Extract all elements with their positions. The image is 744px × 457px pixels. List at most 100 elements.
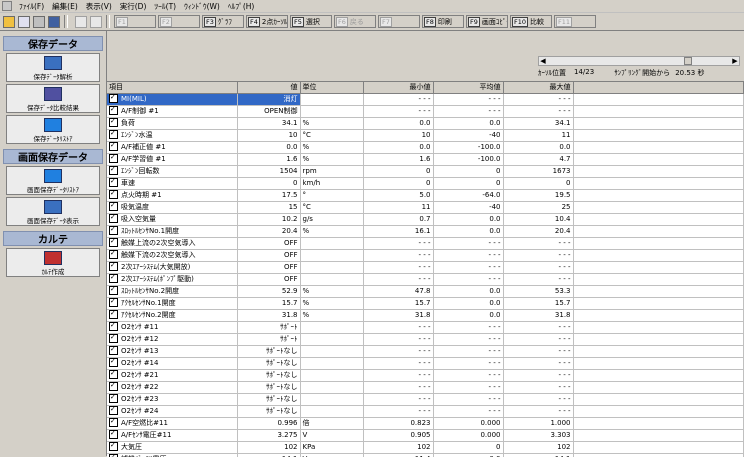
table-row[interactable]: O2ｾﾝｻ #13ｻﾎﾟｰﾄなし- - -- - -- - - bbox=[107, 346, 744, 358]
row-checkbox[interactable] bbox=[109, 286, 118, 295]
row-checkbox[interactable] bbox=[109, 262, 118, 271]
fkey-f10-button[interactable]: F10比較 bbox=[510, 15, 552, 28]
menu-file[interactable]: ﾌｧｲﾙ(F) bbox=[15, 1, 48, 12]
table-row[interactable]: 2次ｴｱｰｼｽﾃﾑ(大気開放)OFF- - -- - -- - - bbox=[107, 262, 744, 274]
header-unit[interactable]: 単位 bbox=[300, 82, 363, 94]
fkey-f8-button[interactable]: F8印刷 bbox=[422, 15, 464, 28]
scroll-right-icon[interactable]: ▶ bbox=[731, 57, 739, 65]
row-checkbox[interactable] bbox=[109, 130, 118, 139]
scroll-left-icon[interactable]: ◀ bbox=[539, 57, 547, 65]
table-row[interactable]: O2ｾﾝｻ #24ｻﾎﾟｰﾄなし- - -- - -- - - bbox=[107, 406, 744, 418]
menu-run[interactable]: 実行(D) bbox=[116, 1, 151, 12]
fkey-f3-button[interactable]: F3ｸﾞﾗﾌ bbox=[202, 15, 244, 28]
row-checkbox[interactable] bbox=[109, 442, 118, 451]
row-checkbox[interactable] bbox=[109, 334, 118, 343]
sidebar-button[interactable]: 保存ﾃﾞｰﾀ比較結果 bbox=[6, 84, 100, 113]
sidebar-button[interactable]: 画面保存ﾃﾞｰﾀ表示 bbox=[6, 197, 100, 226]
sidebar-button[interactable]: 画面保存ﾃﾞｰﾀﾘｽﾄｱ bbox=[6, 166, 100, 195]
table-row[interactable]: ｱｸｾﾙｾﾝｻNo.2開度31.8%31.80.031.8 bbox=[107, 310, 744, 322]
fkey-f1-button[interactable]: F1 bbox=[114, 15, 156, 28]
row-checkbox[interactable] bbox=[109, 178, 118, 187]
table-row[interactable]: MI(MIL)消灯- - -- - -- - - bbox=[107, 94, 744, 106]
table-row[interactable]: ｽﾛｯﾄﾙｾﾝｻNo.1開度20.4%16.10.020.4 bbox=[107, 226, 744, 238]
row-checkbox[interactable] bbox=[109, 346, 118, 355]
fkey-f4-button[interactable]: F42点ｶｰｿﾙ bbox=[246, 15, 288, 28]
row-checkbox[interactable] bbox=[109, 322, 118, 331]
table-row[interactable]: O2ｾﾝｻ #12ｻﾎﾟｰﾄ- - -- - -- - - bbox=[107, 334, 744, 346]
row-checkbox[interactable] bbox=[109, 430, 118, 439]
header-max[interactable]: 最大値 bbox=[503, 82, 573, 94]
fkey-f9-button[interactable]: F9画面ｺﾋﾟｰ bbox=[466, 15, 508, 28]
save-icon[interactable] bbox=[48, 16, 60, 28]
row-checkbox[interactable] bbox=[109, 118, 118, 127]
table-row[interactable]: 吸入空気量10.2g/s0.70.010.4 bbox=[107, 214, 744, 226]
table-row[interactable]: 車速0km/h000 bbox=[107, 178, 744, 190]
row-checkbox[interactable] bbox=[109, 454, 118, 457]
table-row[interactable]: ｴﾝｼﾞﾝ回転数1504rpm001673 bbox=[107, 166, 744, 178]
sidebar-button[interactable]: 保存ﾃﾞｰﾀﾘｽﾄｱ bbox=[6, 115, 100, 144]
row-checkbox[interactable] bbox=[109, 358, 118, 367]
table-row[interactable]: O2ｾﾝｻ #21ｻﾎﾟｰﾄなし- - -- - -- - - bbox=[107, 370, 744, 382]
table-row[interactable]: O2ｾﾝｻ #14ｻﾎﾟｰﾄなし- - -- - -- - - bbox=[107, 358, 744, 370]
table-row[interactable]: 2次ｴｱｰｼｽﾃﾑ(ﾎﾟﾝﾌﾟ駆動)OFF- - -- - -- - - bbox=[107, 274, 744, 286]
sidebar-button[interactable]: 保存ﾃﾞｰﾀ解析 bbox=[6, 53, 100, 82]
table-row[interactable]: 触媒上流の2次空気導入OFF- - -- - -- - - bbox=[107, 238, 744, 250]
table-row[interactable]: A/F補正値 #10.0%0.0-100.00.0 bbox=[107, 142, 744, 154]
row-checkbox[interactable] bbox=[109, 166, 118, 175]
menu-edit[interactable]: 編集(E) bbox=[48, 1, 82, 12]
table-row[interactable]: 吸気温度15°C11-4025 bbox=[107, 202, 744, 214]
row-checkbox[interactable] bbox=[109, 226, 118, 235]
menu-help[interactable]: ﾍﾙﾌﾟ(H) bbox=[224, 1, 259, 12]
header-avg[interactable]: 平均値 bbox=[433, 82, 503, 94]
menu-tools[interactable]: ﾂｰﾙ(T) bbox=[150, 1, 180, 12]
print-icon[interactable] bbox=[33, 16, 45, 28]
table-row[interactable]: 大気圧102KPa1020102 bbox=[107, 442, 744, 454]
table-row[interactable]: ｽﾛｯﾄﾙｾﾝｻNo.2開度52.9%47.80.053.3 bbox=[107, 286, 744, 298]
fkey-f11-button[interactable]: F11 bbox=[554, 15, 596, 28]
table-row[interactable]: ｴﾝｼﾞﾝ水温10°C10-4011 bbox=[107, 130, 744, 142]
table-row[interactable]: 負荷34.1%0.00.034.1 bbox=[107, 118, 744, 130]
table-row[interactable]: A/Fｾﾝｻ電圧#113.275V0.9050.0003.303 bbox=[107, 430, 744, 442]
scroll-thumb[interactable] bbox=[684, 57, 692, 65]
row-checkbox[interactable] bbox=[109, 394, 118, 403]
list-view-icon[interactable] bbox=[75, 16, 87, 28]
row-checkbox[interactable] bbox=[109, 274, 118, 283]
header-min[interactable]: 最小値 bbox=[363, 82, 433, 94]
menu-window[interactable]: ｳｨﾝﾄﾞｳ(W) bbox=[180, 1, 224, 12]
app-icon[interactable] bbox=[2, 1, 12, 11]
copy-icon[interactable] bbox=[18, 16, 30, 28]
menu-view[interactable]: 表示(V) bbox=[82, 1, 116, 12]
fkey-f7-button[interactable]: F7 bbox=[378, 15, 420, 28]
time-scrollbar[interactable]: ◀ ▶ bbox=[538, 56, 740, 66]
fkey-f6-button[interactable]: F6戻る bbox=[334, 15, 376, 28]
row-checkbox[interactable] bbox=[109, 202, 118, 211]
fkey-f2-button[interactable]: F2 bbox=[158, 15, 200, 28]
row-checkbox[interactable] bbox=[109, 238, 118, 247]
table-row[interactable]: O2ｾﾝｻ #11ｻﾎﾟｰﾄ- - -- - -- - - bbox=[107, 322, 744, 334]
row-checkbox[interactable] bbox=[109, 418, 118, 427]
table-row[interactable]: A/F空燃比#110.996倍0.8230.0001.000 bbox=[107, 418, 744, 430]
open-folder-icon[interactable] bbox=[3, 16, 15, 28]
row-checkbox[interactable] bbox=[109, 106, 118, 115]
header-item[interactable]: 項目 bbox=[107, 82, 237, 94]
row-checkbox[interactable] bbox=[109, 142, 118, 151]
row-checkbox[interactable] bbox=[109, 154, 118, 163]
sidebar-button[interactable]: ｶﾙﾃ作成 bbox=[6, 248, 100, 277]
row-checkbox[interactable] bbox=[109, 310, 118, 319]
fkey-f5-button[interactable]: F5選択 bbox=[290, 15, 332, 28]
row-checkbox[interactable] bbox=[109, 94, 118, 103]
row-checkbox[interactable] bbox=[109, 382, 118, 391]
table-row[interactable]: A/F制御 #1OPEN制御- - -- - -- - - bbox=[107, 106, 744, 118]
table-row[interactable]: O2ｾﾝｻ #22ｻﾎﾟｰﾄなし- - -- - -- - - bbox=[107, 382, 744, 394]
table-row[interactable]: A/F学習値 #11.6%1.6-100.04.7 bbox=[107, 154, 744, 166]
row-checkbox[interactable] bbox=[109, 298, 118, 307]
header-value[interactable]: 値 bbox=[237, 82, 300, 94]
table-row[interactable]: O2ｾﾝｻ #23ｻﾎﾟｰﾄなし- - -- - -- - - bbox=[107, 394, 744, 406]
table-row[interactable]: 補機ﾊﾞｯﾃﾘ電圧14.1V11.40.014.1 bbox=[107, 454, 744, 457]
row-checkbox[interactable] bbox=[109, 250, 118, 259]
table-row[interactable]: 点火時期 #117.5°5.0-64.019.5 bbox=[107, 190, 744, 202]
row-checkbox[interactable] bbox=[109, 406, 118, 415]
row-checkbox[interactable] bbox=[109, 190, 118, 199]
row-checkbox[interactable] bbox=[109, 214, 118, 223]
detail-view-icon[interactable] bbox=[90, 16, 102, 28]
